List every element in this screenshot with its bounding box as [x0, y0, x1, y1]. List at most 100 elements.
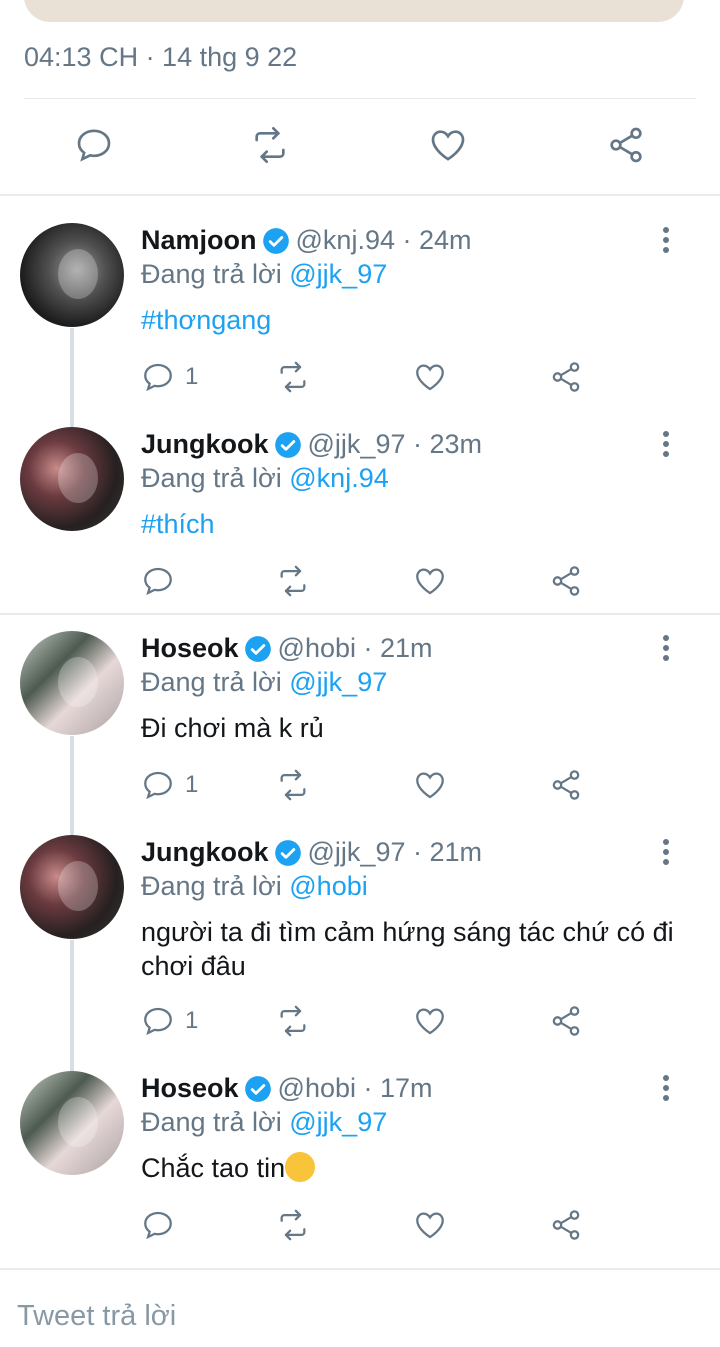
divider	[24, 98, 696, 99]
more-options-icon[interactable]	[656, 635, 676, 665]
heart-icon	[416, 1212, 444, 1239]
avatar[interactable]	[20, 631, 124, 735]
verified-badge-icon	[244, 1075, 272, 1103]
share-button[interactable]	[549, 563, 583, 599]
heart-icon	[416, 1008, 444, 1035]
like-button[interactable]	[413, 1207, 447, 1243]
reply-icon	[144, 363, 172, 392]
mention-link[interactable]: @knj.94	[289, 463, 388, 493]
reply-button[interactable]: 1	[141, 1003, 198, 1039]
reply-icon	[144, 1007, 172, 1036]
retweet-icon	[255, 127, 285, 164]
retweet-button[interactable]	[276, 563, 310, 599]
tweet-time: 24m	[418, 225, 472, 255]
display-name[interactable]: Namjoon	[141, 225, 257, 256]
replying-to: Đang trả lời @hobi	[141, 871, 368, 901]
replying-to: Đang trả lời @jjk_97	[141, 1107, 388, 1137]
mention-link[interactable]: @hobi	[289, 871, 367, 901]
divider	[0, 613, 720, 615]
share-button[interactable]	[605, 124, 647, 166]
avatar[interactable]	[20, 835, 124, 939]
tweet-media-image[interactable]	[24, 0, 684, 22]
replying-to: Đang trả lời @jjk_97	[141, 259, 388, 289]
reply-compose-input[interactable]: Tweet trả lời	[0, 1268, 720, 1347]
tweet-text[interactable]: Chắc tao tin	[141, 1151, 681, 1185]
mention-link[interactable]: @jjk_97	[289, 667, 387, 697]
like-button[interactable]	[413, 767, 447, 803]
reply-button[interactable]	[73, 124, 115, 166]
avatar[interactable]	[20, 223, 124, 327]
retweet-button[interactable]	[276, 1207, 310, 1243]
tweet-time: 21m	[429, 837, 483, 867]
retweet-icon	[280, 769, 306, 801]
tweet-time: 23m	[429, 429, 483, 459]
tweet-header: Namjoon @knj.94 · 24m	[141, 225, 472, 256]
tweet-header: Hoseok @hobi · 17m	[141, 1073, 433, 1104]
tweet-text[interactable]: Đi chơi mà k rủ	[141, 711, 681, 745]
retweet-button[interactable]	[276, 359, 310, 395]
like-button[interactable]	[427, 124, 469, 166]
verified-badge-icon	[274, 839, 302, 867]
tweet-actions: 1	[0, 1003, 720, 1043]
tweet-text[interactable]: #thơngang	[141, 303, 681, 337]
display-name[interactable]: Jungkook	[141, 429, 269, 460]
reply-count: 1	[185, 1007, 199, 1034]
reply-placeholder: Tweet trả lời	[17, 1300, 177, 1332]
share-icon	[552, 566, 580, 596]
tweet-actions	[0, 563, 720, 603]
heart-icon	[416, 772, 444, 799]
share-icon	[552, 1210, 580, 1240]
more-options-icon[interactable]	[656, 1075, 676, 1105]
more-options-icon[interactable]	[656, 431, 676, 461]
tweet-time: 21m	[380, 633, 433, 663]
reply-count: 1	[185, 771, 199, 798]
share-button[interactable]	[549, 767, 583, 803]
share-icon	[552, 362, 580, 392]
user-handle[interactable]: @hobi	[278, 633, 356, 663]
user-handle[interactable]: @jjk_97	[308, 429, 406, 459]
like-button[interactable]	[413, 359, 447, 395]
reply-icon	[144, 1211, 172, 1240]
reply-button[interactable]	[141, 1207, 185, 1243]
more-options-icon[interactable]	[656, 839, 676, 869]
user-handle[interactable]: @knj.94	[296, 225, 395, 255]
retweet-button[interactable]	[276, 767, 310, 803]
share-button[interactable]	[549, 1207, 583, 1243]
like-button[interactable]	[413, 1003, 447, 1039]
share-button[interactable]	[549, 1003, 583, 1039]
smirk-emoji-icon	[285, 1152, 316, 1182]
user-handle[interactable]: @jjk_97	[308, 837, 406, 867]
share-button[interactable]	[549, 359, 583, 395]
reply-button[interactable]	[141, 563, 185, 599]
share-icon	[610, 127, 642, 163]
mention-link[interactable]: @jjk_97	[289, 1107, 387, 1137]
reply-icon	[144, 771, 172, 800]
retweet-button[interactable]	[249, 124, 291, 166]
tweet-text[interactable]: người ta đi tìm cảm hứng sáng tác chứ có…	[141, 915, 681, 983]
replying-to: Đang trả lời @jjk_97	[141, 667, 388, 697]
divider	[0, 194, 720, 196]
replying-to: Đang trả lời @knj.94	[141, 463, 389, 493]
display-name[interactable]: Hoseok	[141, 633, 239, 664]
user-handle[interactable]: @hobi	[278, 1073, 356, 1103]
retweet-icon	[280, 565, 306, 597]
mention-link[interactable]: @jjk_97	[289, 259, 387, 289]
tweet-text[interactable]: #thích	[141, 507, 681, 541]
like-button[interactable]	[413, 563, 447, 599]
reply-icon	[77, 129, 111, 162]
display-name[interactable]: Jungkook	[141, 837, 269, 868]
tweet-time: 17m	[380, 1073, 433, 1103]
avatar[interactable]	[20, 427, 124, 531]
reply-button[interactable]: 1	[141, 359, 198, 395]
tweet-actions	[0, 1207, 720, 1247]
display-name[interactable]: Hoseok	[141, 1073, 239, 1104]
tweet-header: Hoseok @hobi · 21m	[141, 633, 433, 664]
more-options-icon[interactable]	[656, 227, 676, 257]
reply-button[interactable]: 1	[141, 767, 198, 803]
retweet-icon	[280, 1209, 306, 1241]
tweet-actions: 1	[0, 359, 720, 399]
avatar[interactable]	[20, 1071, 124, 1175]
share-icon	[552, 1006, 580, 1036]
retweet-icon	[280, 361, 306, 393]
retweet-button[interactable]	[276, 1003, 310, 1039]
